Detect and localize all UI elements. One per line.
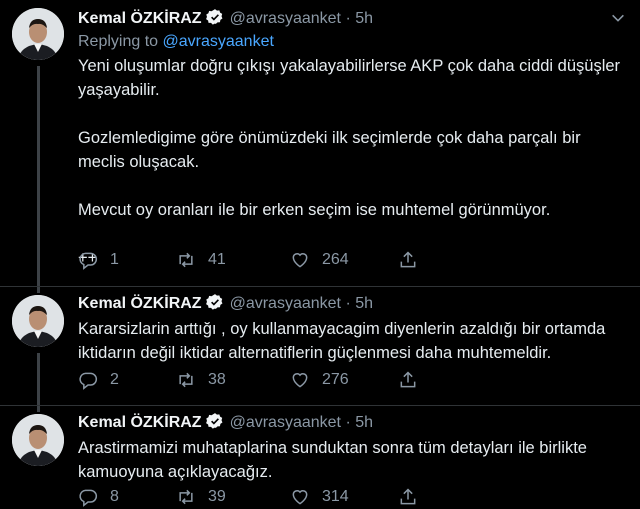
reply-count: 1	[110, 251, 119, 268]
tweet-actions: 2 38 276	[78, 370, 438, 392]
author-handle[interactable]: @avrasyaanket	[230, 295, 341, 312]
reply-button[interactable]: 8	[78, 487, 119, 507]
heart-icon	[292, 253, 308, 268]
verified-badge-icon	[205, 294, 223, 310]
retweet-icon	[179, 252, 193, 268]
avatar[interactable]	[12, 295, 64, 347]
verified-badge-icon	[205, 413, 223, 429]
author-handle[interactable]: @avrasyaanket	[230, 414, 341, 431]
like-count: 276	[322, 371, 349, 388]
verified-badge-icon	[205, 9, 223, 25]
replying-label: Replying to	[78, 33, 159, 50]
thread-line	[37, 406, 40, 412]
tweet[interactable]: Kemal ÖZKİRAZ @avrasyaanket · 5h Replying…	[0, 0, 640, 287]
share-icon	[400, 488, 416, 505]
avatar-image	[12, 414, 64, 466]
tweet-actions: 1 41 264	[78, 250, 438, 272]
like-button[interactable]: 314	[290, 487, 349, 507]
replying-to: Replying to @avrasyaanket	[78, 33, 274, 51]
reply-count: 2	[110, 371, 119, 388]
thread-line	[37, 353, 40, 406]
tweet-text: Kararsizlarin arttığı , oy kullanmayacag…	[78, 317, 624, 365]
tweet-paragraph: Mevcut oy oranları ile bir erken seçim i…	[78, 201, 551, 219]
reply-count: 8	[110, 488, 119, 505]
thread-line	[37, 287, 40, 293]
tweet-actions: 8 39 314	[78, 487, 438, 509]
tweet-paragraph: Yeni oluşumlar doğru çıkışı yakalayabili…	[78, 57, 621, 99]
separator-dot: ·	[345, 10, 351, 27]
author-name[interactable]: Kemal ÖZKİRAZ	[78, 295, 202, 312]
replying-mention-link[interactable]: @avrasyaanket	[163, 33, 274, 50]
author-name[interactable]: Kemal ÖZKİRAZ	[78, 10, 202, 27]
chevron-down-icon[interactable]	[610, 10, 626, 26]
share-button[interactable]	[398, 370, 430, 390]
share-icon	[400, 371, 416, 388]
tweet-text: Arastirmamizi muhataplarina sunduktan so…	[78, 436, 624, 484]
avatar-image	[12, 295, 64, 347]
reply-icon	[79, 372, 98, 390]
retweet-button[interactable]: 38	[176, 370, 226, 390]
tweet-paragraph: Arastirmamizi muhataplarina sunduktan so…	[78, 439, 587, 481]
tweet[interactable]: Kemal ÖZKİRAZ @avrasyaanket · 5h Arastirm…	[0, 406, 640, 507]
reply-icon	[79, 252, 98, 270]
heart-icon	[292, 373, 308, 388]
retweet-count: 38	[208, 371, 226, 388]
share-button[interactable]	[398, 250, 430, 270]
tweet-header: Kemal ÖZKİRAZ @avrasyaanket · 5h	[78, 412, 373, 433]
reply-button[interactable]: 2	[78, 370, 119, 390]
reply-button[interactable]: 1	[78, 250, 119, 270]
separator-dot: ·	[345, 295, 351, 312]
separator-dot: ·	[345, 414, 351, 431]
like-count: 264	[322, 251, 349, 268]
tweet-text: Yeni oluşumlar doğru çıkışı yakalayabili…	[78, 54, 624, 270]
retweet-count: 41	[208, 251, 226, 268]
heart-icon	[292, 490, 308, 505]
like-button[interactable]: 264	[290, 250, 349, 270]
timestamp[interactable]: 5h	[355, 10, 373, 27]
retweet-button[interactable]: 39	[176, 487, 226, 507]
like-button[interactable]: 276	[290, 370, 349, 390]
author-name[interactable]: Kemal ÖZKİRAZ	[78, 414, 202, 431]
tweet[interactable]: Kemal ÖZKİRAZ @avrasyaanket · 5h Kararsiz…	[0, 287, 640, 406]
retweet-icon	[179, 372, 193, 388]
tweet-paragraph: Kararsizlarin arttığı , oy kullanmayacag…	[78, 320, 606, 362]
avatar[interactable]	[12, 8, 64, 60]
retweet-button[interactable]: 41	[176, 250, 226, 270]
author-handle[interactable]: @avrasyaanket	[230, 10, 341, 27]
reply-icon	[79, 489, 98, 507]
tweet-header: Kemal ÖZKİRAZ @avrasyaanket · 5h	[78, 8, 373, 29]
tweet-paragraph: Gozlemledigime göre önümüzdeki ilk seçim…	[78, 129, 581, 171]
timestamp[interactable]: 5h	[355, 295, 373, 312]
avatar[interactable]	[12, 414, 64, 466]
retweet-icon	[179, 489, 193, 505]
tweet-header: Kemal ÖZKİRAZ @avrasyaanket · 5h	[78, 293, 373, 314]
like-count: 314	[322, 488, 349, 505]
avatar-image	[12, 8, 64, 60]
timestamp[interactable]: 5h	[355, 414, 373, 431]
share-icon	[400, 251, 416, 268]
retweet-count: 39	[208, 488, 226, 505]
share-button[interactable]	[398, 487, 430, 507]
thread-line	[37, 66, 40, 287]
